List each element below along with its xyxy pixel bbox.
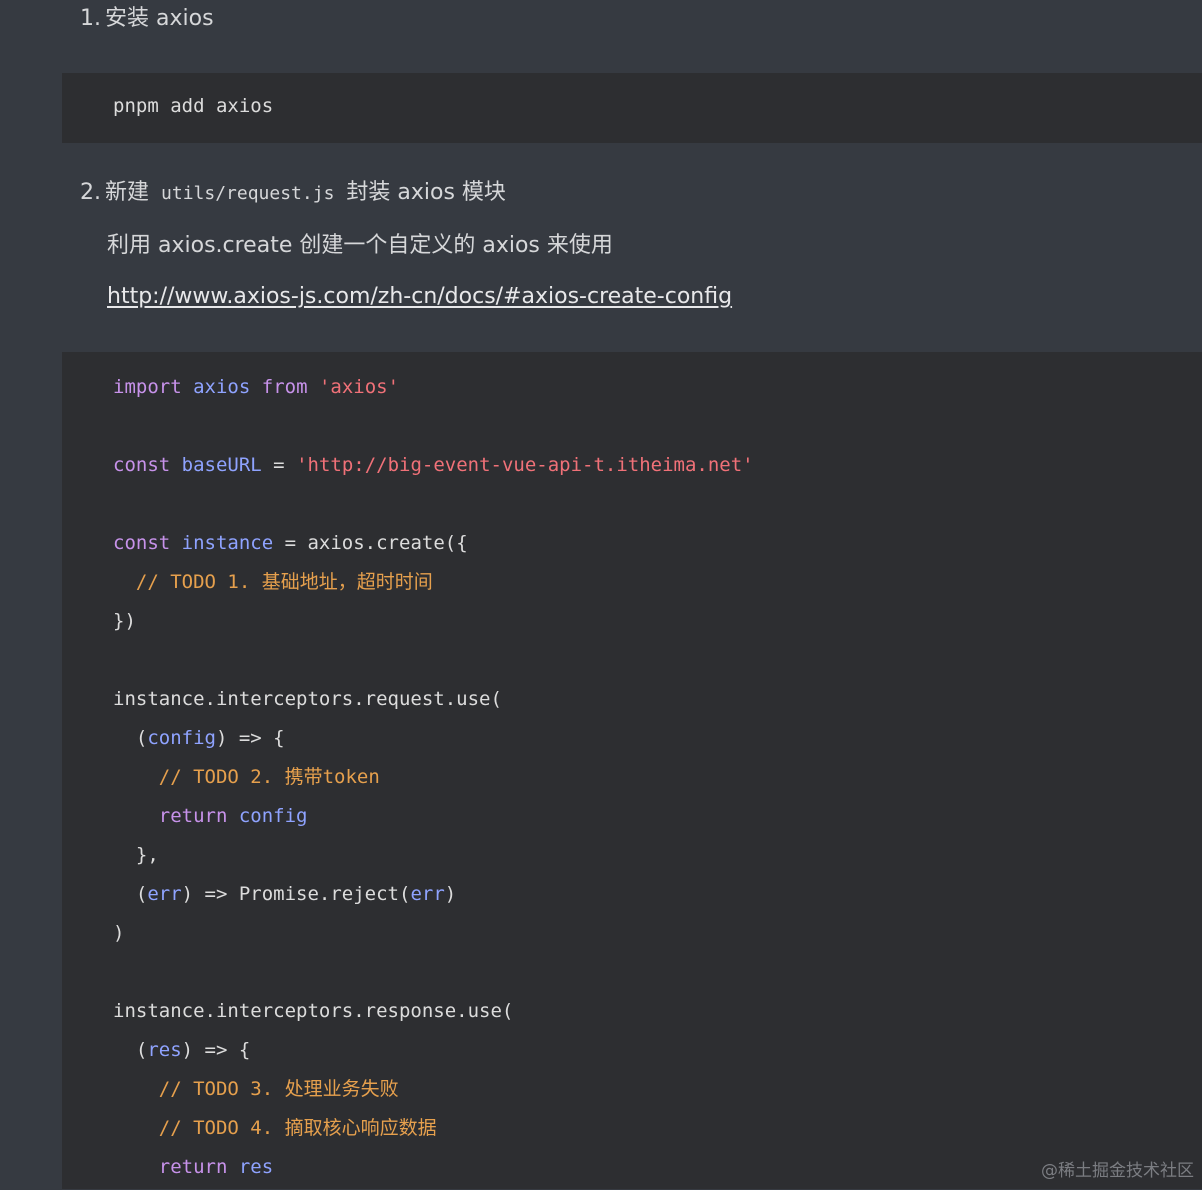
- code-token: // TODO 1. 基础地址，超时时间: [113, 571, 433, 593]
- code-token: config: [147, 727, 216, 749]
- step-2-number: 2.: [80, 180, 101, 205]
- code-token: = axios.create({: [273, 532, 468, 554]
- code-token: 'http://big-event-vue-api-t.itheima.net': [296, 454, 754, 476]
- code-line: // TODO 4. 摘取核心响应数据: [113, 1112, 754, 1151]
- code-line: },: [113, 839, 754, 878]
- code-token: return: [158, 805, 228, 827]
- code-line: const instance = axios.create({: [113, 527, 754, 566]
- code-token: instance.interceptors.request.use(: [113, 688, 502, 710]
- code-token: const: [113, 454, 171, 476]
- code-token: const: [113, 532, 171, 554]
- article-page: 1. 安装 axios pnpm add axios 2. 新建 utils/requ…: [0, 0, 1202, 1189]
- code-line: return config: [113, 800, 754, 839]
- code-token: // TODO 4. 摘取核心响应数据: [113, 1117, 437, 1139]
- code-line: // TODO 2. 携带token: [113, 761, 754, 800]
- code-token: import: [113, 376, 182, 398]
- code-token: err: [147, 883, 182, 905]
- step-2-heading: 2. 新建 utils/request.js 封装 axios 模块: [80, 179, 506, 208]
- code-token: config: [238, 805, 308, 827]
- step-1-text: 安装 axios: [105, 6, 214, 31]
- code-line: (res) => {: [113, 1034, 754, 1073]
- code-token: 'axios': [318, 376, 400, 398]
- doc-link-paragraph: http://www.axios-js.com/zh-cn/docs/#axio…: [107, 283, 732, 311]
- axios-doc-link[interactable]: http://www.axios-js.com/zh-cn/docs/#axio…: [107, 284, 732, 309]
- code-token: (: [113, 1039, 148, 1061]
- code-token: }): [113, 610, 136, 632]
- code-token: ): [113, 922, 125, 944]
- code-line: return res: [113, 1151, 754, 1190]
- code-line: (config) => {: [113, 722, 754, 761]
- code-line: instance.interceptors.response.use(: [113, 995, 754, 1034]
- code-line: // TODO 3. 处理业务失败: [113, 1073, 754, 1112]
- code-token: res: [147, 1039, 182, 1061]
- code-token: instance.interceptors.response.use(: [113, 1000, 514, 1022]
- code-lines: import axios from 'axios' const baseURL …: [113, 371, 754, 1190]
- code-token: // TODO 3. 处理业务失败: [113, 1078, 399, 1100]
- code-token: // TODO 2. 携带token: [113, 766, 380, 788]
- code-token: ) => Promise.reject(: [181, 883, 411, 905]
- code-token: (: [113, 727, 148, 749]
- code-line: instance.interceptors.request.use(: [113, 683, 754, 722]
- code-token: },: [113, 844, 159, 866]
- request-code-block[interactable]: import axios from 'axios' const baseURL …: [62, 352, 1202, 1189]
- step-1-heading: 1. 安装 axios: [80, 5, 214, 33]
- code-token: ) => {: [181, 1039, 251, 1061]
- code-token: ) => {: [215, 727, 285, 749]
- install-command: pnpm add axios: [113, 95, 274, 117]
- description-text: 利用 axios.create 创建一个自定义的 axios 来使用: [107, 233, 613, 258]
- code-line: const baseURL = 'http://big-event-vue-ap…: [113, 449, 754, 488]
- code-line: import axios from 'axios': [113, 371, 754, 410]
- step-1-number: 1.: [80, 6, 101, 31]
- code-token: from: [261, 376, 308, 398]
- code-token: axios: [193, 376, 251, 398]
- code-line: (err) => Promise.reject(err): [113, 878, 754, 917]
- code-token: return: [158, 1156, 228, 1178]
- step-2-inline-code: utils/request.js: [161, 183, 335, 204]
- code-token: ): [444, 883, 457, 905]
- step-2-text-after: 封装 axios 模块: [346, 180, 506, 205]
- code-token: instance: [181, 532, 274, 554]
- step-2-text-before: 新建: [105, 180, 150, 205]
- code-token: baseURL: [181, 454, 262, 476]
- code-line: // TODO 1. 基础地址，超时时间: [113, 566, 754, 605]
- watermark: @稀土掘金技术社区: [1041, 1161, 1194, 1181]
- code-token: =: [261, 454, 297, 476]
- code-line: ): [113, 917, 754, 956]
- code-token: (: [113, 883, 148, 905]
- code-token: res: [238, 1156, 274, 1178]
- code-token: err: [410, 883, 445, 905]
- code-line: }): [113, 605, 754, 644]
- install-code-block[interactable]: pnpm add axios: [62, 73, 1202, 143]
